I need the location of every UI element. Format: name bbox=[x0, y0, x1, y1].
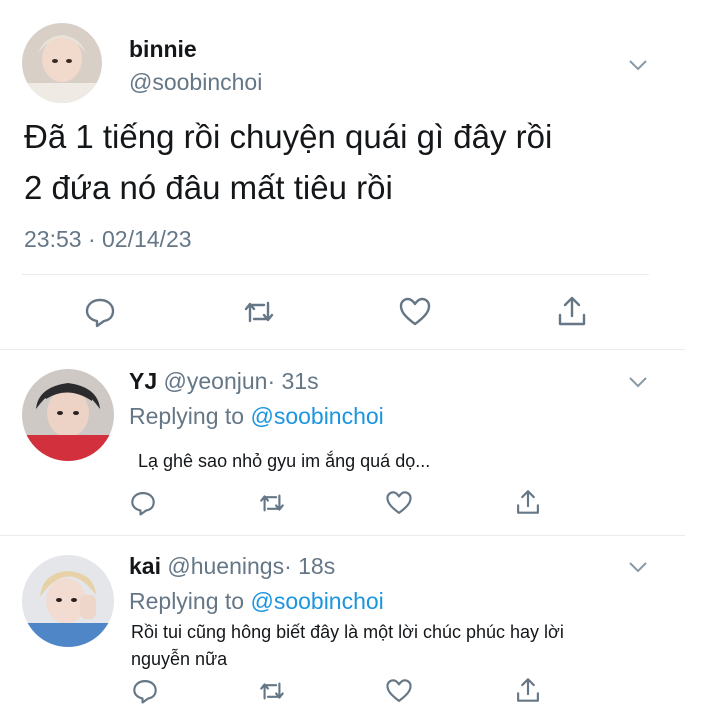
handle[interactable]: @yeonjun bbox=[164, 368, 268, 394]
tweet-text-line-1: Đã 1 tiếng rồi chuyện quái gì đây rồi bbox=[24, 118, 553, 155]
divider bbox=[22, 274, 649, 275]
reply-icon[interactable] bbox=[131, 677, 159, 705]
retweet-icon[interactable] bbox=[242, 295, 276, 329]
display-name[interactable]: kai bbox=[129, 553, 161, 579]
reply-time[interactable]: · 31s bbox=[267, 368, 318, 394]
share-icon[interactable] bbox=[555, 294, 589, 328]
reply-header: kai @huenings· 18s bbox=[129, 553, 335, 580]
replying-to: Replying to @soobinchoi bbox=[129, 588, 384, 615]
share-icon[interactable] bbox=[514, 488, 542, 516]
reply-text-line-1: Rồi tui cũng hông biết đây là một lời ch… bbox=[131, 622, 564, 642]
display-name[interactable]: YJ bbox=[129, 368, 157, 394]
avatar-binnie[interactable] bbox=[22, 23, 102, 103]
reply-text-line-2: nguyễn nữa bbox=[131, 649, 228, 669]
timestamp[interactable]: 23:53 · 02/14/23 bbox=[24, 226, 192, 253]
replying-label: Replying to bbox=[129, 588, 245, 614]
like-icon[interactable] bbox=[385, 677, 413, 705]
chevron-down-icon[interactable] bbox=[628, 58, 648, 71]
divider bbox=[0, 535, 685, 536]
reply-time[interactable]: · 18s bbox=[284, 553, 335, 579]
display-name[interactable]: binnie bbox=[129, 36, 197, 63]
reply-icon[interactable] bbox=[83, 295, 117, 329]
avatar-yj[interactable] bbox=[22, 369, 114, 461]
share-icon[interactable] bbox=[514, 676, 542, 704]
replying-handle-link[interactable]: @soobinchoi bbox=[250, 403, 383, 429]
like-icon[interactable] bbox=[398, 295, 432, 329]
retweet-icon[interactable] bbox=[258, 489, 286, 517]
replying-handle-link[interactable]: @soobinchoi bbox=[250, 588, 383, 614]
tweet-text-line-2: 2 đứa nó đâu mất tiêu rồi bbox=[24, 169, 393, 206]
handle[interactable]: @soobinchoi bbox=[129, 69, 262, 96]
divider bbox=[0, 349, 685, 350]
handle[interactable]: @huenings bbox=[167, 553, 284, 579]
reply-text: Lạ ghê sao nhỏ gyu im ắng quá dọ... bbox=[138, 451, 431, 471]
like-icon[interactable] bbox=[385, 489, 413, 517]
retweet-icon[interactable] bbox=[258, 677, 286, 705]
replying-to: Replying to @soobinchoi bbox=[129, 403, 384, 430]
chevron-down-icon[interactable] bbox=[628, 375, 648, 388]
reply-header: YJ @yeonjun· 31s bbox=[129, 368, 319, 395]
replying-label: Replying to bbox=[129, 403, 245, 429]
reply-icon[interactable] bbox=[129, 489, 157, 517]
avatar-kai[interactable] bbox=[22, 555, 114, 647]
chevron-down-icon[interactable] bbox=[628, 560, 648, 573]
